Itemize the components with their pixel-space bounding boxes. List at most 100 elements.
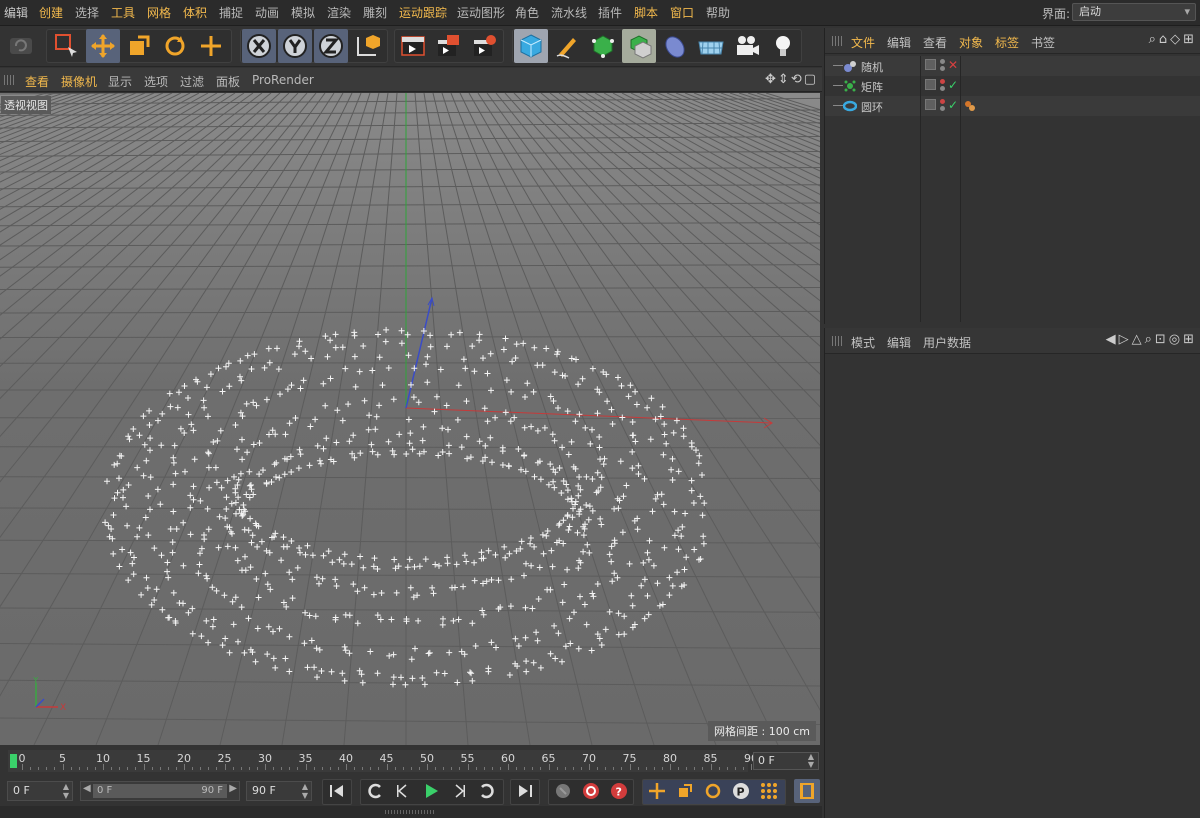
range-bar[interactable]: 0 F 90 F <box>93 784 227 798</box>
menu-animate[interactable]: 动画 <box>255 5 279 21</box>
point-level-key-icon[interactable] <box>756 779 782 803</box>
layer-swatch[interactable] <box>925 79 936 90</box>
autokey-icon[interactable] <box>578 779 604 803</box>
object-name[interactable]: 随机 <box>861 59 883 75</box>
light-icon[interactable] <box>766 29 800 63</box>
rotate-icon[interactable] <box>158 29 192 63</box>
am-menu-edit[interactable]: 编辑 <box>887 334 911 351</box>
viewport-menu-prorender[interactable]: ProRender <box>252 73 314 87</box>
enabled-check-icon[interactable]: ✓ <box>948 78 958 92</box>
rotation-key-icon[interactable] <box>700 779 726 803</box>
start-frame-field[interactable]: 0 F ▲ ▼ <box>7 781 73 801</box>
go-to-end-icon[interactable] <box>512 779 538 803</box>
object-name[interactable]: 矩阵 <box>861 79 883 95</box>
panel-grip[interactable] <box>832 36 844 46</box>
om-header-icons[interactable]: ⌕⌂◇⊞ <box>1149 32 1197 47</box>
camera-icon[interactable] <box>730 29 764 63</box>
viewport-navigation-icons[interactable]: ✥⇕⟲▢ <box>765 72 818 87</box>
menu-pipeline[interactable]: 流水线 <box>551 5 587 21</box>
pen-icon[interactable] <box>550 29 584 63</box>
render-picture-viewer-icon[interactable] <box>432 29 466 63</box>
material-tag-icon[interactable] <box>963 99 977 113</box>
current-frame-field[interactable]: 0 F ▲ ▼ <box>753 752 819 770</box>
live-select-icon[interactable] <box>50 29 84 63</box>
viewport-menu-camera[interactable]: 摄像机 <box>61 73 97 90</box>
viewport-menu-view[interactable]: 查看 <box>25 73 49 90</box>
layer-swatch[interactable] <box>925 59 936 70</box>
coordinate-system-icon[interactable] <box>350 29 384 63</box>
am-header-icons[interactable]: ◀▷△⌕⊡◎⊞ <box>1106 332 1197 347</box>
menu-mesh[interactable]: 网格 <box>147 5 171 21</box>
panel-grip[interactable] <box>4 75 16 85</box>
object-name[interactable]: 圆环 <box>861 99 883 115</box>
menu-plugins[interactable]: 插件 <box>598 5 622 21</box>
om-menu-view[interactable]: 查看 <box>923 34 947 51</box>
cube-icon[interactable] <box>514 29 548 63</box>
menu-motion-tracker[interactable]: 运动跟踪 <box>399 5 447 21</box>
visibility-dots[interactable] <box>940 58 946 74</box>
spinner-icon[interactable]: ▲ ▼ <box>63 782 69 800</box>
viewport-menu-options[interactable]: 选项 <box>144 73 168 90</box>
column-separator[interactable] <box>960 56 961 322</box>
subdivision-icon[interactable] <box>586 29 620 63</box>
viewport-menu-display[interactable]: 显示 <box>108 73 132 90</box>
scale-key-icon[interactable] <box>672 779 698 803</box>
menu-help[interactable]: 帮助 <box>706 5 730 21</box>
chevron-right-icon[interactable]: ▶ <box>229 783 237 794</box>
x-axis-lock-icon[interactable] <box>242 29 276 63</box>
record-active-icon[interactable] <box>550 779 576 803</box>
y-axis-lock-icon[interactable] <box>278 29 312 63</box>
spinner-icon[interactable]: ▲ ▼ <box>302 782 308 800</box>
om-menu-bookmarks[interactable]: 书签 <box>1031 34 1055 51</box>
extrude-icon[interactable] <box>622 29 656 63</box>
preview-range-slider[interactable]: ◀ 0 F 90 F ▶ <box>80 781 240 801</box>
menu-create[interactable]: 创建 <box>39 5 63 21</box>
end-frame-field[interactable]: 90 F ▲ ▼ <box>246 781 312 801</box>
object-row-torus[interactable]: 圆环 ✓ <box>825 96 1200 116</box>
timeline-ruler[interactable]: 0 5 10 15 20 25 30 35 40 45 50 55 60 65 70 75 80 85 90 <box>8 750 758 772</box>
column-separator[interactable] <box>920 56 921 322</box>
timeline-window-icon[interactable] <box>794 779 820 803</box>
perspective-viewport[interactable]: 透视视图 网格间距 : 100 cm Y X <box>0 93 820 745</box>
undo-icon[interactable] <box>4 29 38 63</box>
disabled-x-icon[interactable]: ✕ <box>948 58 958 72</box>
last-tool-icon[interactable] <box>194 29 228 63</box>
viewport-menu-filter[interactable]: 过滤 <box>180 73 204 90</box>
menu-window[interactable]: 窗口 <box>670 5 694 21</box>
floor-icon[interactable] <box>694 29 728 63</box>
play-icon[interactable] <box>418 779 444 803</box>
menu-volume[interactable]: 体积 <box>183 5 207 21</box>
go-to-start-icon[interactable] <box>324 779 350 803</box>
deformer-icon[interactable] <box>658 29 692 63</box>
render-view-icon[interactable] <box>396 29 430 63</box>
z-axis-lock-icon[interactable] <box>314 29 348 63</box>
move-icon[interactable] <box>86 29 120 63</box>
menu-tools[interactable]: 工具 <box>111 5 135 21</box>
visibility-dots[interactable] <box>940 98 946 114</box>
chevron-left-icon[interactable]: ◀ <box>83 783 91 794</box>
menu-simulate[interactable]: 模拟 <box>291 5 315 21</box>
am-menu-mode[interactable]: 模式 <box>851 334 875 351</box>
spinner-icon[interactable]: ▲ ▼ <box>808 753 814 769</box>
parameter-key-icon[interactable]: P <box>728 779 754 803</box>
menu-snap[interactable]: 捕捉 <box>219 5 243 21</box>
visibility-dots[interactable] <box>940 78 946 94</box>
am-menu-user-data[interactable]: 用户数据 <box>923 334 971 351</box>
menu-sculpt[interactable]: 雕刻 <box>363 5 387 21</box>
menu-edit[interactable]: 编辑 <box>4 5 28 21</box>
position-key-icon[interactable] <box>644 779 670 803</box>
keyframe-selection-icon[interactable]: ? <box>606 779 632 803</box>
previous-key-icon[interactable] <box>362 779 388 803</box>
om-menu-tags[interactable]: 标签 <box>995 34 1019 51</box>
viewport-menu-panel[interactable]: 面板 <box>216 73 240 90</box>
enabled-check-icon[interactable]: ✓ <box>948 98 958 112</box>
menu-select[interactable]: 选择 <box>75 5 99 21</box>
panel-grip[interactable] <box>832 336 844 346</box>
menu-character[interactable]: 角色 <box>515 5 539 21</box>
previous-frame-icon[interactable] <box>390 779 416 803</box>
om-menu-objects[interactable]: 对象 <box>959 34 983 51</box>
next-key-icon[interactable] <box>474 779 500 803</box>
object-row-random[interactable]: 随机 ✕ <box>825 56 1200 76</box>
scale-icon[interactable] <box>122 29 156 63</box>
interface-layout-select[interactable]: 启动 ▾ <box>1072 3 1196 21</box>
